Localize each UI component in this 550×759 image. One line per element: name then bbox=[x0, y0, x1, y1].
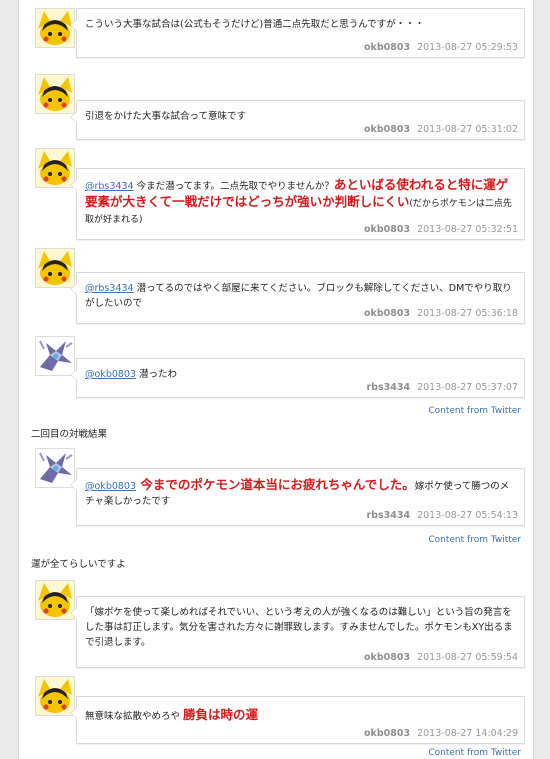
tweet-meta: okb0803 2013-08-27 14:04:29 bbox=[364, 728, 518, 739]
tweet-bubble: 無意味な拡散やめろや 勝負は時の運 okb0803 2013-08-27 14:… bbox=[70, 696, 525, 744]
tweet-body: 今まだ潜ってます。二点先取でやりませんか？ bbox=[133, 181, 334, 192]
content-from-twitter-link[interactable]: Content from Twitter bbox=[428, 748, 521, 758]
tweet-username[interactable]: okb0803 bbox=[364, 728, 410, 739]
pikachu-avatar-icon[interactable] bbox=[35, 8, 75, 48]
tweet-body: 潜ったわ bbox=[136, 369, 178, 380]
tweet-timestamp[interactable]: 2013-08-27 05:29:53 bbox=[417, 42, 518, 53]
tweet-text: @okb0803 潜ったわ bbox=[77, 359, 524, 382]
tweet-body: 潜ってるのではやく部屋に来てください。ブロックも解除してください、DMでやり取り… bbox=[85, 283, 512, 309]
tweet-bubble: こういう大事な試合は(公式もそうだけど)普通二点先取だと思うんですが・・・ ok… bbox=[70, 8, 525, 58]
tweet-timestamp[interactable]: 2013-08-27 05:59:54 bbox=[417, 652, 518, 663]
tweet-username[interactable]: okb0803 bbox=[364, 308, 410, 319]
tweet-bubble: 引退をかけた大事な試合って意味です okb0803 2013-08-27 05:… bbox=[70, 100, 525, 140]
tweet-username[interactable]: okb0803 bbox=[364, 652, 410, 663]
mention-link[interactable]: @okb0803 bbox=[85, 369, 136, 380]
content-from-twitter-link[interactable]: Content from Twitter bbox=[428, 406, 521, 416]
tweet-timestamp[interactable]: 2013-08-27 05:36:18 bbox=[417, 308, 518, 319]
pikachu-avatar-icon[interactable] bbox=[35, 676, 75, 716]
tweet-text: @rbs3434 今まだ潜ってます。二点先取でやりませんか？あといばる使われると… bbox=[77, 169, 524, 228]
tweet-timestamp[interactable]: 2013-08-27 05:32:51 bbox=[417, 224, 518, 235]
section-caption: 運が全てらしいですよ bbox=[31, 559, 126, 570]
tweet-text: 「嫁ポケを使って楽しめればそれでいい、という考えの人が強くなるのは難しい」という… bbox=[85, 607, 513, 648]
tweet-feed-page: こういう大事な試合は(公式もそうだけど)普通二点先取だと思うんですが・・・ ok… bbox=[18, 0, 534, 759]
tweet-username[interactable]: okb0803 bbox=[364, 42, 410, 53]
mention-link[interactable]: @rbs3434 bbox=[85, 181, 134, 192]
tweet-text: こういう大事な試合は(公式もそうだけど)普通二点先取だと思うんですが・・・ bbox=[85, 19, 425, 30]
tweet-bubble: 「嫁ポケを使って楽しめればそれでいい、という考えの人が強くなるのは難しい」という… bbox=[70, 596, 525, 668]
tweet-text: 無意味な拡散やめろや 勝負は時の運 bbox=[77, 697, 524, 724]
tweet-meta: okb0803 2013-08-27 05:31:02 bbox=[364, 124, 518, 135]
tweet-username[interactable]: rbs3434 bbox=[366, 510, 410, 521]
dialga-avatar-icon[interactable] bbox=[35, 448, 75, 488]
tweet-body: 無意味な拡散やめろや bbox=[85, 711, 184, 722]
tweet-username[interactable]: okb0803 bbox=[364, 124, 410, 135]
tweet-bubble: @rbs3434 潜ってるのではやく部屋に来てください。ブロックも解除してくださ… bbox=[70, 272, 525, 324]
tweet-text: 引退をかけた大事な試合って意味です bbox=[85, 111, 247, 122]
tweet-timestamp[interactable]: 2013-08-27 05:54:13 bbox=[417, 510, 518, 521]
tweet-bubble: @okb0803 今までのポケモン道本当にお疲れちゃんでした。嫁ポケ使って勝つの… bbox=[70, 468, 525, 526]
tweet-bubble: @okb0803 潜ったわ rbs3434 2013-08-27 05:37:0… bbox=[70, 358, 525, 398]
tweet-text: @rbs3434 潜ってるのではやく部屋に来てください。ブロックも解除してくださ… bbox=[77, 273, 524, 311]
tweet-meta: okb0803 2013-08-27 05:32:51 bbox=[364, 224, 518, 235]
tweet-timestamp[interactable]: 2013-08-27 14:04:29 bbox=[417, 728, 518, 739]
tweet-username[interactable]: rbs3434 bbox=[366, 382, 410, 393]
mention-link[interactable]: @okb0803 bbox=[85, 481, 136, 492]
tweet-meta: okb0803 2013-08-27 05:36:18 bbox=[364, 308, 518, 319]
pikachu-avatar-icon[interactable] bbox=[35, 248, 75, 288]
section-caption: 二回目の対戦結果 bbox=[31, 429, 108, 440]
dialga-avatar-icon[interactable] bbox=[35, 336, 75, 376]
tweet-meta: okb0803 2013-08-27 05:29:53 bbox=[364, 42, 518, 53]
emphasis-text: 勝負は時の運 bbox=[183, 707, 259, 722]
pikachu-avatar-icon[interactable] bbox=[35, 74, 75, 114]
pikachu-avatar-icon[interactable] bbox=[35, 580, 75, 620]
tweet-timestamp[interactable]: 2013-08-27 05:31:02 bbox=[417, 124, 518, 135]
tweet-username[interactable]: okb0803 bbox=[364, 224, 410, 235]
tweet-timestamp[interactable]: 2013-08-27 05:37:07 bbox=[417, 382, 518, 393]
mention-link[interactable]: @rbs3434 bbox=[85, 283, 134, 294]
pikachu-avatar-icon[interactable] bbox=[35, 148, 75, 188]
tweet-meta: rbs3434 2013-08-27 05:37:07 bbox=[366, 382, 518, 393]
tweet-bubble: @rbs3434 今まだ潜ってます。二点先取でやりませんか？あといばる使われると… bbox=[70, 168, 525, 240]
tweet-meta: okb0803 2013-08-27 05:59:54 bbox=[364, 652, 518, 663]
tweet-meta: rbs3434 2013-08-27 05:54:13 bbox=[366, 510, 518, 521]
tweet-text: @okb0803 今までのポケモン道本当にお疲れちゃんでした。嫁ポケ使って勝つの… bbox=[77, 469, 524, 509]
content-from-twitter-link[interactable]: Content from Twitter bbox=[428, 535, 521, 545]
emphasis-text: 今までのポケモン道本当にお疲れちゃんでした。 bbox=[136, 477, 415, 492]
